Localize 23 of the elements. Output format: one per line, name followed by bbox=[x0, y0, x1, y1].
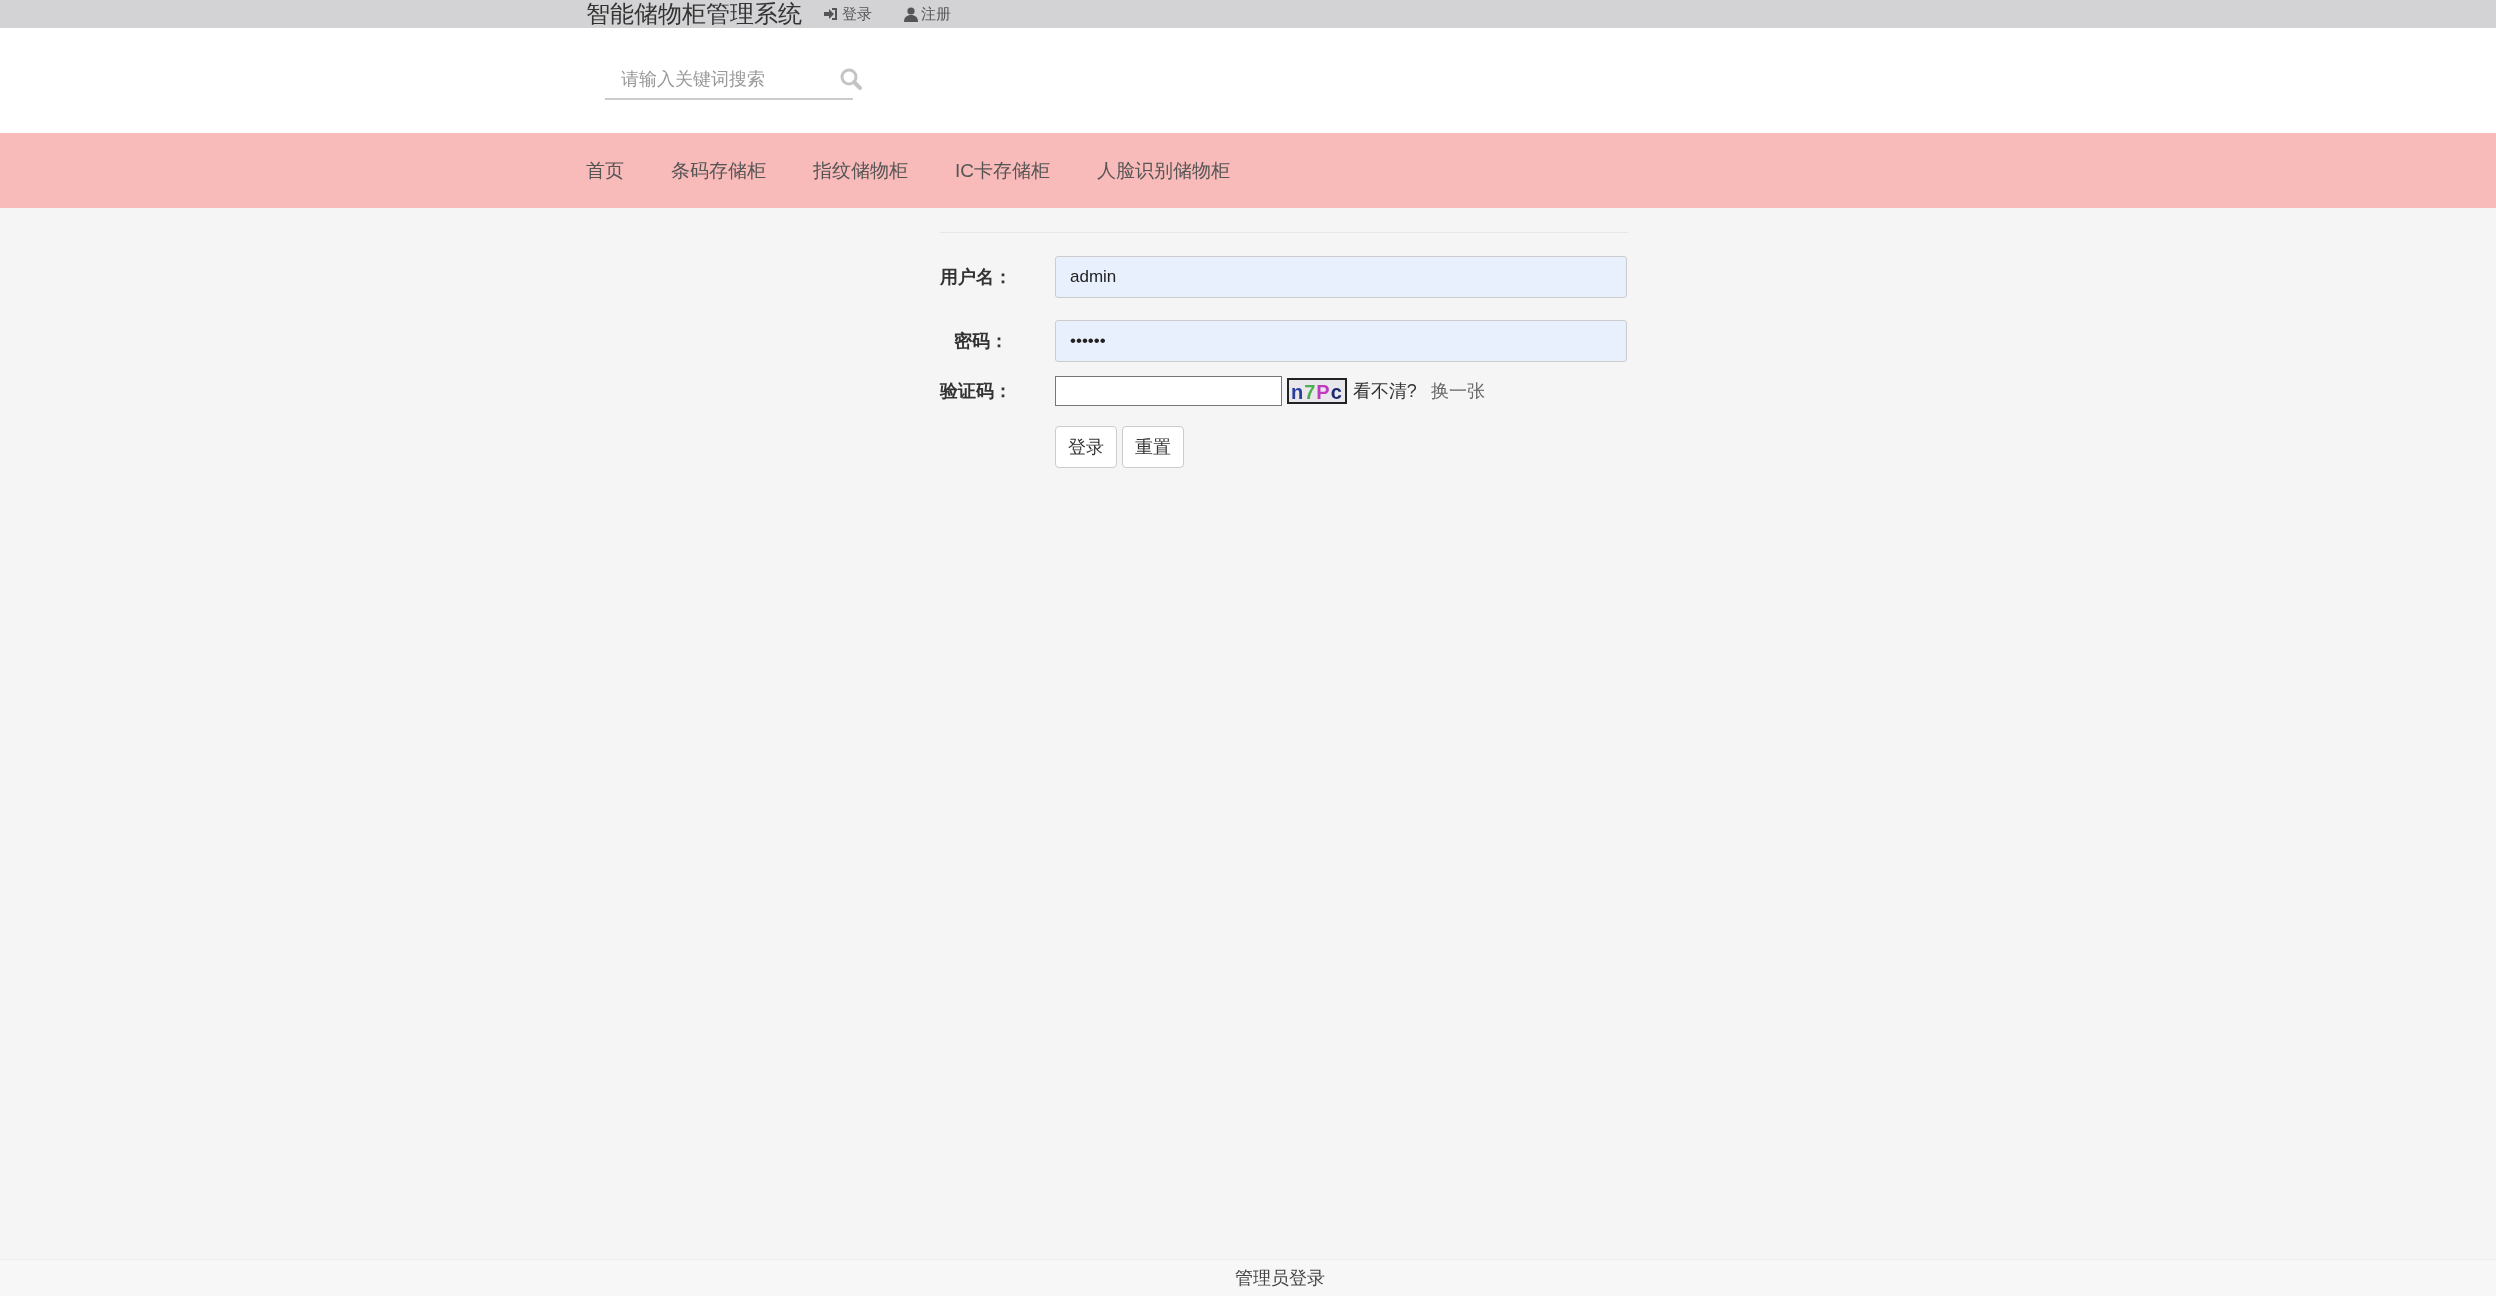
login-button[interactable]: 登录 bbox=[1055, 426, 1117, 468]
field-label: 用户名： bbox=[940, 266, 1008, 289]
login-link[interactable]: 登录 bbox=[823, 4, 872, 24]
captcha-field[interactable] bbox=[1055, 376, 1282, 406]
field-label: 验证码： bbox=[940, 380, 1008, 403]
register-link[interactable]: 注册 bbox=[904, 4, 951, 24]
nav-link[interactable]: 首页 bbox=[586, 157, 624, 184]
refresh-captcha-link[interactable]: 换一张 bbox=[1430, 379, 1485, 403]
field-label: 密码： bbox=[953, 330, 1008, 353]
reset-button[interactable]: 重置 bbox=[1122, 426, 1184, 468]
nav-link[interactable]: IC卡存储柜 bbox=[955, 157, 1050, 184]
user-icon bbox=[904, 6, 918, 22]
nav-link[interactable]: 条码存储柜 bbox=[671, 157, 766, 184]
captcha-hint: 看不清? bbox=[1352, 380, 1417, 403]
password-field[interactable]: •••••• bbox=[1055, 320, 1627, 362]
nav-link[interactable]: 指纹储物柜 bbox=[813, 157, 908, 184]
site-title: 智能储物柜管理系统 bbox=[586, 0, 802, 28]
admin-login-link[interactable]: 管理员登录 bbox=[1235, 1268, 1325, 1288]
sign-in-icon bbox=[823, 7, 839, 21]
nav-link[interactable]: 人脸识别储物柜 bbox=[1097, 157, 1230, 184]
search-field[interactable]: 请输入关键词搜索 bbox=[605, 67, 823, 91]
username-field[interactable]: admin bbox=[1055, 256, 1627, 298]
captcha-image[interactable]: n7Pc bbox=[1287, 378, 1347, 404]
